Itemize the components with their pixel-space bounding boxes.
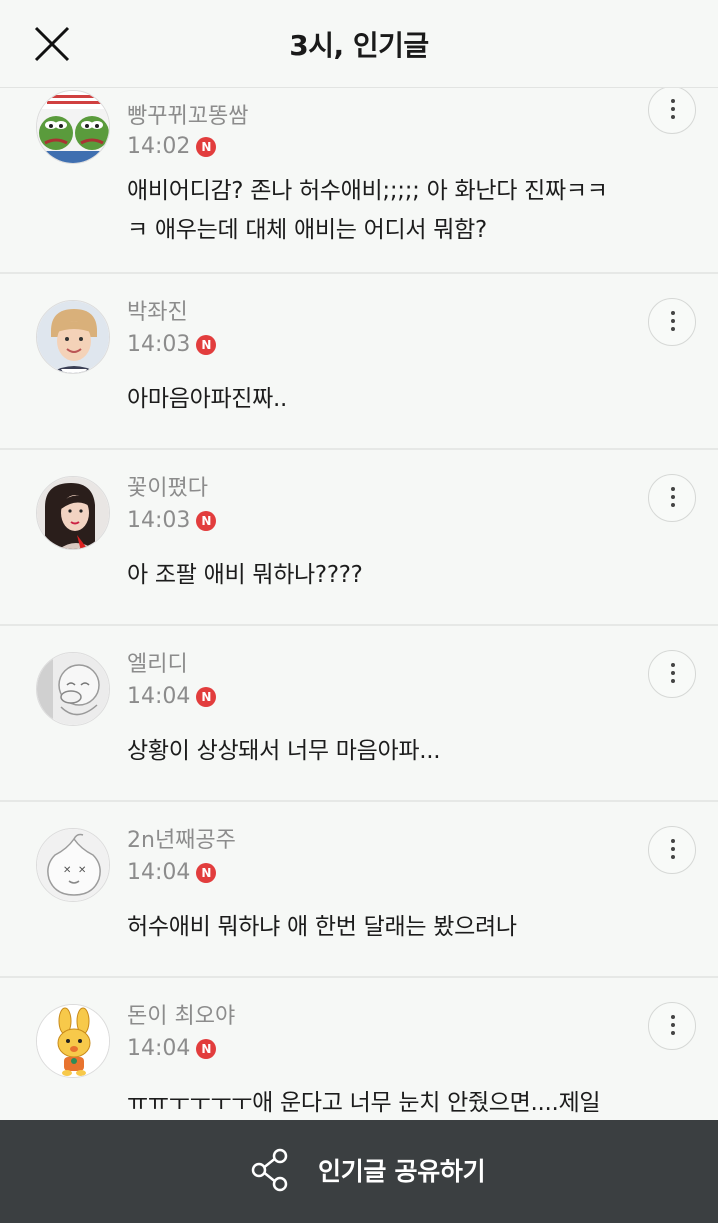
comment-text: 허수애비 뭐하냐 애 한번 달래는 봤으려나 <box>127 908 687 947</box>
woman-photo-avatar[interactable] <box>36 476 110 550</box>
comment-time: 14:03 N <box>127 332 217 357</box>
comment-line: 아마음아파진짜.. <box>127 386 288 412</box>
share-bar[interactable]: 인기글 공유하기 <box>0 1120 718 1223</box>
new-badge: N <box>196 334 217 355</box>
comment-text: 애비어디감? 존나 허수애비;;;;; 아 화난다 진짜ㅋㅋ ㅋ 애우는데 대체… <box>127 172 687 250</box>
comment-line: 애비어디감? 존나 허수애비;;;;; 아 화난다 진짜ㅋㅋ <box>127 178 608 204</box>
more-options-button[interactable] <box>648 1002 696 1050</box>
more-options-button[interactable] <box>648 826 696 874</box>
time-text: 14:03 <box>127 508 191 533</box>
comment-time: 14:03 N <box>127 508 217 533</box>
rabbit-character-avatar[interactable] <box>36 1004 110 1078</box>
more-options-button[interactable] <box>648 650 696 698</box>
more-options-button[interactable] <box>648 298 696 346</box>
share-label: 인기글 공유하기 <box>318 1157 486 1186</box>
comment-text: 상황이 상상돼서 너무 마음아파... <box>127 732 687 771</box>
top-app-bar: 3시, 인기글 <box>0 0 718 88</box>
comment-line: 아 조팔 애비 뭐하나???? <box>127 562 363 588</box>
comment-time: 14:04 N <box>127 684 217 709</box>
comment-username[interactable]: 박좌진 <box>127 294 188 326</box>
comment-username[interactable]: 2n년째공주 <box>127 822 236 854</box>
more-options-button[interactable] <box>648 474 696 522</box>
comment-time: 14:04 N <box>127 860 217 885</box>
frog-meme-avatar[interactable] <box>36 90 110 164</box>
more-options-button[interactable] <box>648 86 696 134</box>
new-badge: N <box>196 1038 217 1059</box>
comment-list: 빵꾸뀌꼬똥쌈 14:02 N 애비어디감? 존나 허수애비;;;;; 아 화난다… <box>0 0 718 1120</box>
new-badge: N <box>196 862 217 883</box>
comment-item: 꽃이폈다 14:03 N 아 조팔 애비 뭐하나???? <box>0 448 718 624</box>
comment-line: ㅠㅠㅜㅜㅜㅜ애 운다고 너무 눈치 안줬으면....제일 <box>127 1090 601 1116</box>
time-text: 14:03 <box>127 332 191 357</box>
new-badge: N <box>196 686 217 707</box>
time-text: 14:04 <box>127 860 191 885</box>
comment-text: ㅠㅠㅜㅜㅜㅜ애 운다고 너무 눈치 안줬으면....제일 <box>127 1084 687 1120</box>
comment-item: 박좌진 14:03 N 아마음아파진짜.. <box>0 272 718 448</box>
comment-text: 아 조팔 애비 뭐하나???? <box>127 556 687 595</box>
svg-text:✕: ✕ <box>78 865 86 876</box>
share-icon <box>251 1148 288 1192</box>
comment-item: 엘리디 14:04 N 상황이 상상돼서 너무 마음아파... <box>0 624 718 800</box>
peach-character-avatar[interactable]: ✕ ✕ <box>36 828 110 902</box>
page-title: 3시, 인기글 <box>289 29 429 62</box>
time-text: 14:04 <box>127 684 191 709</box>
sketch-character-avatar[interactable] <box>36 652 110 726</box>
time-text: 14:04 <box>127 1036 191 1061</box>
new-badge: N <box>196 136 217 157</box>
comment-username[interactable]: 돈이 최오야 <box>127 998 235 1030</box>
new-badge: N <box>196 510 217 531</box>
comment-item: 돈이 최오야 14:04 N ㅠㅠㅜㅜㅜㅜ애 운다고 너무 눈치 안줬으면...… <box>0 976 718 1120</box>
comment-username[interactable]: 빵꾸뀌꼬똥쌈 <box>127 98 248 130</box>
comment-text: 아마음아파진짜.. <box>127 380 687 419</box>
person-photo-avatar[interactable] <box>36 300 110 374</box>
svg-text:✕: ✕ <box>63 865 71 876</box>
comment-time: 14:02 N <box>127 134 217 159</box>
comment-username[interactable]: 엘리디 <box>127 646 188 678</box>
comment-line: 허수애비 뭐하냐 애 한번 달래는 봤으려나 <box>127 914 517 940</box>
comment-line: 상황이 상상돼서 너무 마음아파... <box>127 738 441 764</box>
comment-item: 빵꾸뀌꼬똥쌈 14:02 N 애비어디감? 존나 허수애비;;;;; 아 화난다… <box>0 86 718 272</box>
comment-line: ㅋ 애우는데 대체 애비는 어디서 뭐함? <box>127 217 487 243</box>
comment-time: 14:04 N <box>127 1036 217 1061</box>
comment-username[interactable]: 꽃이폈다 <box>127 470 208 502</box>
time-text: 14:02 <box>127 134 191 159</box>
comment-item: ✕ ✕ 2n년째공주 14:04 N 허수애비 뭐하냐 애 한번 달래는 봤으려… <box>0 800 718 976</box>
share-button[interactable]: 인기글 공유하기 <box>250 1148 486 1192</box>
